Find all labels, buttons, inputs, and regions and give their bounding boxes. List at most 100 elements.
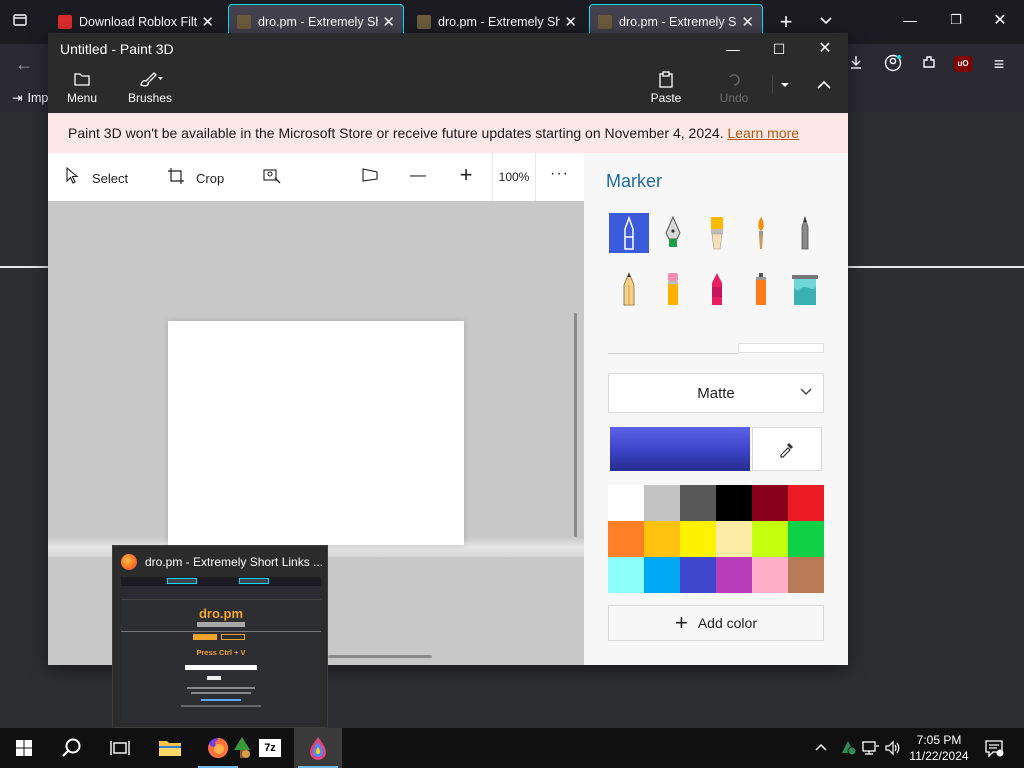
fill-brush[interactable] (785, 269, 825, 309)
oil-brush-icon (711, 217, 723, 250)
pixel-pen-icon (801, 215, 809, 250)
color-swatch[interactable] (752, 485, 788, 521)
os-restore-icon[interactable]: ❐ (944, 12, 968, 28)
crop-icon (166, 167, 186, 190)
color-swatch[interactable] (716, 557, 752, 593)
color-swatch[interactable] (788, 521, 824, 557)
tray-app-icon[interactable] (838, 737, 858, 760)
list-tabs-chevron-icon[interactable] (814, 12, 838, 33)
paint3d-taskbar-button[interactable] (294, 728, 342, 768)
tab-list-icon[interactable] (10, 12, 30, 32)
thickness-slider-track[interactable] (608, 353, 738, 354)
color-swatch[interactable] (644, 521, 680, 557)
more-options-button[interactable]: ··· (550, 165, 569, 183)
brushes-button[interactable]: Brushes (128, 67, 172, 105)
finish-value: Matte (697, 384, 735, 402)
os-minimize-icon[interactable]: — (898, 12, 922, 28)
network-icon[interactable] (862, 740, 880, 759)
preview-subtitle-bar (197, 622, 245, 627)
crop-tool[interactable]: Crop (166, 167, 224, 190)
oil-brush[interactable] (697, 213, 737, 253)
view-3d-tool[interactable] (360, 167, 390, 188)
color-swatch[interactable] (788, 485, 824, 521)
pencil-brush[interactable] (609, 269, 649, 309)
new-tab-button[interactable]: + (774, 10, 798, 34)
start-button[interactable] (0, 728, 48, 768)
finish-dropdown[interactable]: Matte (608, 373, 824, 413)
show-hidden-icons-chevron-icon[interactable] (814, 740, 828, 756)
pixel-pen-brush[interactable] (785, 213, 825, 253)
paste-button[interactable]: Paste (646, 67, 686, 105)
banner-text: Paint 3D won't be available in the Micro… (68, 125, 724, 141)
crayon-brush[interactable] (697, 269, 737, 309)
color-swatch[interactable] (644, 557, 680, 593)
cursor-icon (62, 166, 82, 190)
close-tab-icon[interactable]: ✕ (741, 13, 754, 31)
hamburger-menu-icon[interactable]: ≡ (988, 54, 1010, 75)
learn-more-link[interactable]: Learn more (727, 125, 799, 141)
ublock-origin-icon[interactable]: uO (954, 56, 972, 72)
spray-can-brush[interactable] (741, 269, 781, 309)
brush-side-panel: Marker Matte + Add color (584, 153, 848, 665)
select-tool[interactable]: Select (62, 166, 128, 190)
undo-button[interactable]: Undo (714, 67, 754, 105)
extensions-icon[interactable] (918, 54, 940, 75)
back-arrow-icon[interactable]: ← (12, 54, 36, 75)
close-tab-icon[interactable]: ✕ (564, 13, 577, 31)
downloads-icon[interactable] (845, 54, 867, 75)
color-swatch[interactable] (680, 557, 716, 593)
horizontal-scrollbar[interactable] (328, 655, 432, 658)
undo-icon (714, 67, 754, 91)
zoom-level[interactable]: 100% (492, 153, 536, 201)
color-swatch[interactable] (680, 485, 716, 521)
add-color-button[interactable]: + Add color (608, 605, 824, 641)
7zip-icon: 7z (259, 739, 281, 757)
dro-favicon-icon (598, 15, 612, 29)
vertical-scrollbar[interactable] (574, 313, 577, 537)
color-swatch[interactable] (752, 557, 788, 593)
import-bookmarks-item[interactable]: ⇥ Imp (12, 90, 48, 106)
color-swatch[interactable] (680, 521, 716, 557)
task-view-button[interactable] (96, 728, 144, 768)
color-swatch[interactable] (752, 521, 788, 557)
system-clock[interactable]: 7:05 PM 11/22/2024 (900, 732, 978, 764)
close-icon[interactable]: ✕ (802, 33, 848, 65)
os-close-icon[interactable]: ✕ (988, 10, 1012, 30)
file-explorer-button[interactable] (146, 728, 194, 768)
zoom-in-button[interactable]: + (456, 164, 486, 186)
taskbar-thumbnail-preview[interactable]: dro.pm - Extremely Short Links ... dro.p… (112, 545, 328, 728)
drawing-canvas[interactable] (168, 321, 464, 545)
search-button[interactable] (48, 728, 96, 768)
eraser-brush[interactable] (653, 269, 693, 309)
color-swatch[interactable] (608, 521, 644, 557)
magic-select-tool[interactable] (262, 167, 292, 190)
color-swatch[interactable] (716, 521, 752, 557)
watercolor-brush[interactable] (741, 213, 781, 253)
close-tab-icon[interactable]: ✕ (201, 13, 214, 31)
window-title: Untitled - Paint 3D (60, 41, 174, 57)
collapse-toolbar-icon[interactable] (810, 75, 838, 94)
eyedropper-button[interactable] (752, 427, 822, 471)
color-swatch[interactable] (716, 485, 752, 521)
account-icon[interactable] (882, 54, 904, 77)
notifications-icon[interactable] (984, 738, 1004, 761)
thickness-value-box[interactable] (738, 343, 824, 353)
current-color-swatch[interactable] (610, 427, 750, 471)
clock-time: 7:05 PM (916, 733, 962, 747)
maximize-icon[interactable]: ☐ (756, 33, 802, 65)
calligraphy-pen-brush[interactable] (653, 213, 693, 253)
eyedropper-icon (780, 443, 793, 458)
menu-button[interactable]: Menu (62, 67, 102, 105)
color-swatch[interactable] (644, 485, 680, 521)
minimize-icon[interactable]: — (710, 33, 756, 65)
color-swatch[interactable] (608, 485, 644, 521)
7zip-button[interactable]: 7z (246, 728, 294, 768)
zoom-out-button[interactable]: — (408, 167, 438, 185)
color-swatch[interactable] (788, 557, 824, 593)
close-tab-icon[interactable]: ✕ (382, 13, 395, 31)
marker-brush[interactable] (609, 213, 649, 253)
history-dropdown-icon[interactable] (772, 75, 796, 94)
calligraphy-pen-icon (665, 215, 681, 247)
search-icon (62, 738, 81, 757)
color-swatch[interactable] (608, 557, 644, 593)
